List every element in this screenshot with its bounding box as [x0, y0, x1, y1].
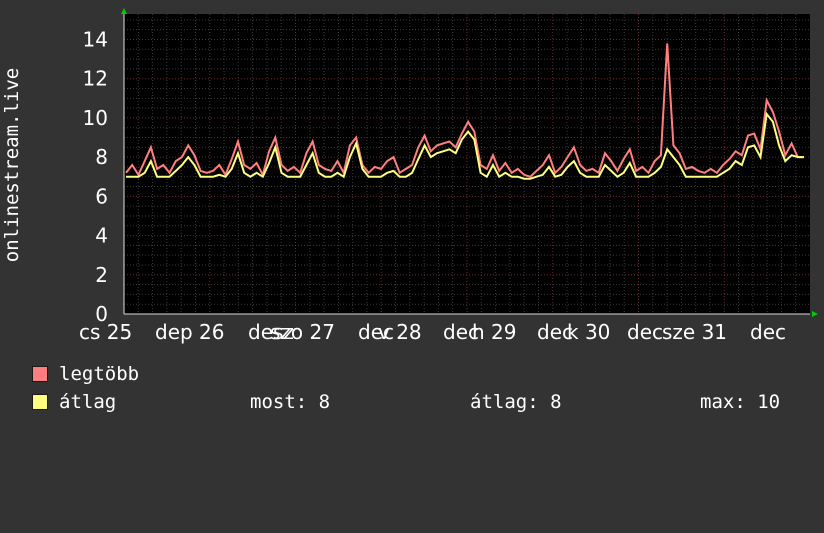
x-tick-label: dep 26 [155, 320, 225, 344]
x-tick-label: v 28 [378, 320, 422, 344]
x-tick-label: dec [750, 320, 786, 344]
y-tick-label: 14 [83, 27, 108, 51]
y-tick-labels: 02468101214 [83, 27, 108, 326]
y-tick-label: 4 [95, 224, 108, 248]
line-chart: 02468101214 cs 25 dep 26 deszszo 27 decv 28… [1, 8, 818, 344]
legend-swatch-avg [32, 394, 48, 410]
y-tick-label: 2 [95, 263, 108, 287]
legend-label-max: legtöbb [59, 363, 140, 385]
stat-average: átlag: 8 [470, 391, 562, 413]
stat-maximum: max: 10 [700, 391, 781, 413]
legend-row-max: legtöbb [32, 364, 792, 384]
x-tick-label: szo 27 [270, 320, 335, 344]
x-axis-arrow-icon [812, 311, 818, 317]
y-tick-label: 6 [95, 184, 108, 208]
legend-label-avg: átlag [59, 391, 117, 413]
y-tick-label: 8 [95, 145, 108, 169]
y-axis-label: onlinestream.live [1, 68, 23, 262]
legend-swatch-max [32, 366, 48, 382]
stat-current: most: 8 [250, 391, 331, 413]
legend-row-avg: átlag most: 8 átlag: 8 max: 10 [32, 392, 792, 412]
x-tick-label: cs 25 [79, 320, 132, 344]
y-tick-label: 12 [83, 67, 108, 91]
x-tick-label: k 30 [567, 320, 610, 344]
x-tick-labels: cs 25 dep 26 deszszo 27 decv 28 dech 29 deck … [79, 320, 786, 344]
y-axis-arrow-icon [121, 8, 127, 14]
x-tick-label: h 29 [472, 320, 516, 344]
rrd-graph: 0 2 4 6 8 10 12 14 cs 25 dep 26 desz szo 27 dec v 28… [0, 0, 824, 430]
y-tick-label: 10 [83, 106, 108, 130]
x-tick-label: dec [627, 320, 663, 344]
x-tick-label: sze 31 [662, 320, 727, 344]
